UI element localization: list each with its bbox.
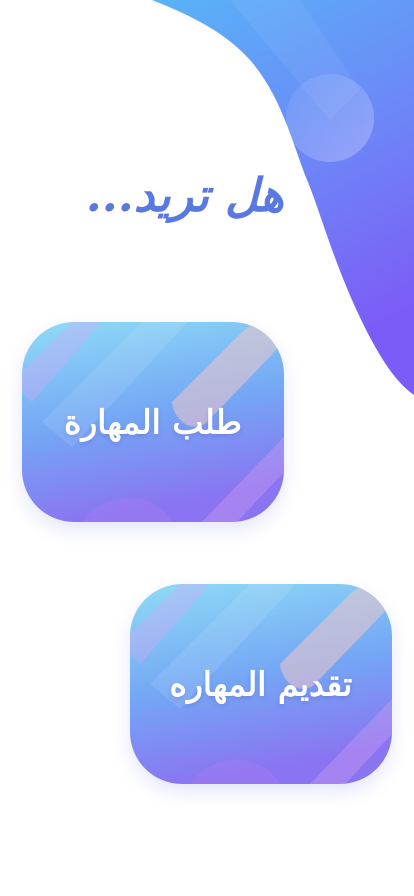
offer-skill-label: تقديم المهاره xyxy=(169,664,353,704)
offer-skill-button[interactable]: تقديم المهاره xyxy=(130,584,392,784)
prompt-heading: هل تريد... xyxy=(14,150,284,240)
request-skill-button[interactable]: طلب المهارة xyxy=(22,322,284,522)
request-skill-label: طلب المهارة xyxy=(64,402,242,442)
screen: هل تريد... طلب المهارة تقديم المهاره xyxy=(0,0,414,896)
prompt-text: هل تريد... xyxy=(85,168,284,222)
